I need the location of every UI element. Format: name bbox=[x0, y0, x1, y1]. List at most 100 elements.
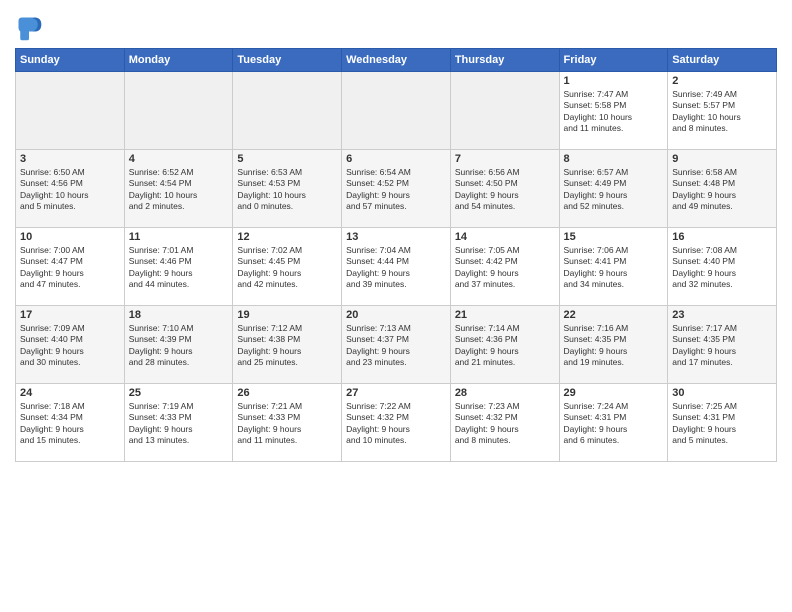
day-info: Sunrise: 6:57 AM Sunset: 4:49 PM Dayligh… bbox=[564, 167, 664, 213]
calendar-cell: 26Sunrise: 7:21 AM Sunset: 4:33 PM Dayli… bbox=[233, 384, 342, 462]
calendar-cell: 5 Sunrise: 6:53 AM Sunset: 4:53 PM Daylig… bbox=[233, 150, 342, 228]
calendar-cell: 22Sunrise: 7:16 AM Sunset: 4:35 PM Dayli… bbox=[559, 306, 668, 384]
calendar-table: SundayMondayTuesdayWednesdayThursdayFrid… bbox=[15, 48, 777, 462]
calendar-cell: 12 Sunrise: 7:02 AM Sunset: 4:45 PM Dayli… bbox=[233, 228, 342, 306]
day-number: 16 bbox=[672, 231, 772, 243]
day-info: Sunrise: 6:56 AM Sunset: 4:50 PM Dayligh… bbox=[455, 167, 555, 213]
logo-icon bbox=[15, 14, 43, 42]
day-number: 12 bbox=[237, 231, 337, 243]
day-info: Sunrise: 6:53 AM Sunset: 4:53 PM Dayligh… bbox=[237, 167, 337, 213]
day-number: 2 bbox=[672, 75, 772, 87]
day-info: Sunrise: 7:17 AM Sunset: 4:35 PM Dayligh… bbox=[672, 323, 772, 369]
day-info: Sunrise: 7:14 AM Sunset: 4:36 PM Dayligh… bbox=[455, 323, 555, 369]
day-number: 21 bbox=[455, 309, 555, 321]
calendar-cell: 8 Sunrise: 6:57 AM Sunset: 4:49 PM Daylig… bbox=[559, 150, 668, 228]
day-number: 22 bbox=[564, 309, 664, 321]
calendar-cell: 27Sunrise: 7:22 AM Sunset: 4:32 PM Dayli… bbox=[342, 384, 451, 462]
logo bbox=[15, 14, 45, 42]
day-number: 11 bbox=[129, 231, 229, 243]
day-number: 10 bbox=[20, 231, 120, 243]
calendar-cell: 16 Sunrise: 7:08 AM Sunset: 4:40 PM Dayli… bbox=[668, 228, 777, 306]
day-info: Sunrise: 7:23 AM Sunset: 4:32 PM Dayligh… bbox=[455, 401, 555, 447]
day-number: 5 bbox=[237, 153, 337, 165]
day-info: Sunrise: 7:47 AM Sunset: 5:58 PM Dayligh… bbox=[564, 89, 664, 135]
calendar-cell bbox=[124, 72, 233, 150]
day-info: Sunrise: 7:24 AM Sunset: 4:31 PM Dayligh… bbox=[564, 401, 664, 447]
day-info: Sunrise: 7:09 AM Sunset: 4:40 PM Dayligh… bbox=[20, 323, 120, 369]
week-row-4: 17 Sunrise: 7:09 AM Sunset: 4:40 PM Dayli… bbox=[16, 306, 777, 384]
calendar-cell: 28 Sunrise: 7:23 AM Sunset: 4:32 PM Dayli… bbox=[450, 384, 559, 462]
weekday-header-row: SundayMondayTuesdayWednesdayThursdayFrid… bbox=[16, 49, 777, 72]
calendar-cell: 20Sunrise: 7:13 AM Sunset: 4:37 PM Dayli… bbox=[342, 306, 451, 384]
day-info: Sunrise: 6:52 AM Sunset: 4:54 PM Dayligh… bbox=[129, 167, 229, 213]
calendar-cell: 23 Sunrise: 7:17 AM Sunset: 4:35 PM Dayli… bbox=[668, 306, 777, 384]
calendar-cell: 2 Sunrise: 7:49 AM Sunset: 5:57 PM Daylig… bbox=[668, 72, 777, 150]
calendar-cell: 18Sunrise: 7:10 AM Sunset: 4:39 PM Dayli… bbox=[124, 306, 233, 384]
day-number: 23 bbox=[672, 309, 772, 321]
weekday-header-saturday: Saturday bbox=[668, 49, 777, 72]
header bbox=[15, 10, 777, 42]
day-info: Sunrise: 7:06 AM Sunset: 4:41 PM Dayligh… bbox=[564, 245, 664, 291]
day-info: Sunrise: 7:05 AM Sunset: 4:42 PM Dayligh… bbox=[455, 245, 555, 291]
day-info: Sunrise: 6:50 AM Sunset: 4:56 PM Dayligh… bbox=[20, 167, 120, 213]
calendar-cell: 9 Sunrise: 6:58 AM Sunset: 4:48 PM Daylig… bbox=[668, 150, 777, 228]
day-number: 30 bbox=[672, 387, 772, 399]
day-number: 25 bbox=[129, 387, 229, 399]
day-info: Sunrise: 6:54 AM Sunset: 4:52 PM Dayligh… bbox=[346, 167, 446, 213]
day-info: Sunrise: 7:02 AM Sunset: 4:45 PM Dayligh… bbox=[237, 245, 337, 291]
day-number: 8 bbox=[564, 153, 664, 165]
day-info: Sunrise: 7:08 AM Sunset: 4:40 PM Dayligh… bbox=[672, 245, 772, 291]
day-info: Sunrise: 7:49 AM Sunset: 5:57 PM Dayligh… bbox=[672, 89, 772, 135]
day-number: 27 bbox=[346, 387, 446, 399]
weekday-header-friday: Friday bbox=[559, 49, 668, 72]
day-number: 24 bbox=[20, 387, 120, 399]
day-info: Sunrise: 7:10 AM Sunset: 4:39 PM Dayligh… bbox=[129, 323, 229, 369]
calendar-cell bbox=[16, 72, 125, 150]
calendar-cell bbox=[450, 72, 559, 150]
calendar-cell: 10 Sunrise: 7:00 AM Sunset: 4:47 PM Dayli… bbox=[16, 228, 125, 306]
day-number: 28 bbox=[455, 387, 555, 399]
calendar-cell: 1 Sunrise: 7:47 AM Sunset: 5:58 PM Daylig… bbox=[559, 72, 668, 150]
day-number: 7 bbox=[455, 153, 555, 165]
day-number: 26 bbox=[237, 387, 337, 399]
day-number: 1 bbox=[564, 75, 664, 87]
calendar-cell: 6Sunrise: 6:54 AM Sunset: 4:52 PM Daylig… bbox=[342, 150, 451, 228]
calendar-cell: 25Sunrise: 7:19 AM Sunset: 4:33 PM Dayli… bbox=[124, 384, 233, 462]
calendar-cell: 19 Sunrise: 7:12 AM Sunset: 4:38 PM Dayli… bbox=[233, 306, 342, 384]
day-number: 13 bbox=[346, 231, 446, 243]
weekday-header-sunday: Sunday bbox=[16, 49, 125, 72]
day-number: 4 bbox=[129, 153, 229, 165]
day-info: Sunrise: 7:04 AM Sunset: 4:44 PM Dayligh… bbox=[346, 245, 446, 291]
calendar-cell: 17 Sunrise: 7:09 AM Sunset: 4:40 PM Dayli… bbox=[16, 306, 125, 384]
calendar-cell: 29 Sunrise: 7:24 AM Sunset: 4:31 PM Dayli… bbox=[559, 384, 668, 462]
week-row-1: 1 Sunrise: 7:47 AM Sunset: 5:58 PM Daylig… bbox=[16, 72, 777, 150]
day-number: 17 bbox=[20, 309, 120, 321]
weekday-header-thursday: Thursday bbox=[450, 49, 559, 72]
calendar-cell bbox=[233, 72, 342, 150]
week-row-3: 10 Sunrise: 7:00 AM Sunset: 4:47 PM Dayli… bbox=[16, 228, 777, 306]
day-info: Sunrise: 7:12 AM Sunset: 4:38 PM Dayligh… bbox=[237, 323, 337, 369]
day-info: Sunrise: 7:00 AM Sunset: 4:47 PM Dayligh… bbox=[20, 245, 120, 291]
day-info: Sunrise: 6:58 AM Sunset: 4:48 PM Dayligh… bbox=[672, 167, 772, 213]
day-number: 15 bbox=[564, 231, 664, 243]
calendar-cell: 24 Sunrise: 7:18 AM Sunset: 4:34 PM Dayli… bbox=[16, 384, 125, 462]
day-number: 20 bbox=[346, 309, 446, 321]
day-number: 29 bbox=[564, 387, 664, 399]
weekday-header-monday: Monday bbox=[124, 49, 233, 72]
week-row-2: 3Sunrise: 6:50 AM Sunset: 4:56 PM Daylig… bbox=[16, 150, 777, 228]
calendar-cell: 15 Sunrise: 7:06 AM Sunset: 4:41 PM Dayli… bbox=[559, 228, 668, 306]
week-row-5: 24 Sunrise: 7:18 AM Sunset: 4:34 PM Dayli… bbox=[16, 384, 777, 462]
day-info: Sunrise: 7:18 AM Sunset: 4:34 PM Dayligh… bbox=[20, 401, 120, 447]
calendar-cell: 13 Sunrise: 7:04 AM Sunset: 4:44 PM Dayli… bbox=[342, 228, 451, 306]
calendar-cell bbox=[342, 72, 451, 150]
weekday-header-wednesday: Wednesday bbox=[342, 49, 451, 72]
weekday-header-tuesday: Tuesday bbox=[233, 49, 342, 72]
day-number: 9 bbox=[672, 153, 772, 165]
day-number: 19 bbox=[237, 309, 337, 321]
calendar-cell: 14 Sunrise: 7:05 AM Sunset: 4:42 PM Dayli… bbox=[450, 228, 559, 306]
calendar-cell: 3Sunrise: 6:50 AM Sunset: 4:56 PM Daylig… bbox=[16, 150, 125, 228]
day-number: 14 bbox=[455, 231, 555, 243]
main-container: SundayMondayTuesdayWednesdayThursdayFrid… bbox=[0, 0, 792, 470]
day-info: Sunrise: 7:01 AM Sunset: 4:46 PM Dayligh… bbox=[129, 245, 229, 291]
calendar-cell: 4 Sunrise: 6:52 AM Sunset: 4:54 PM Daylig… bbox=[124, 150, 233, 228]
